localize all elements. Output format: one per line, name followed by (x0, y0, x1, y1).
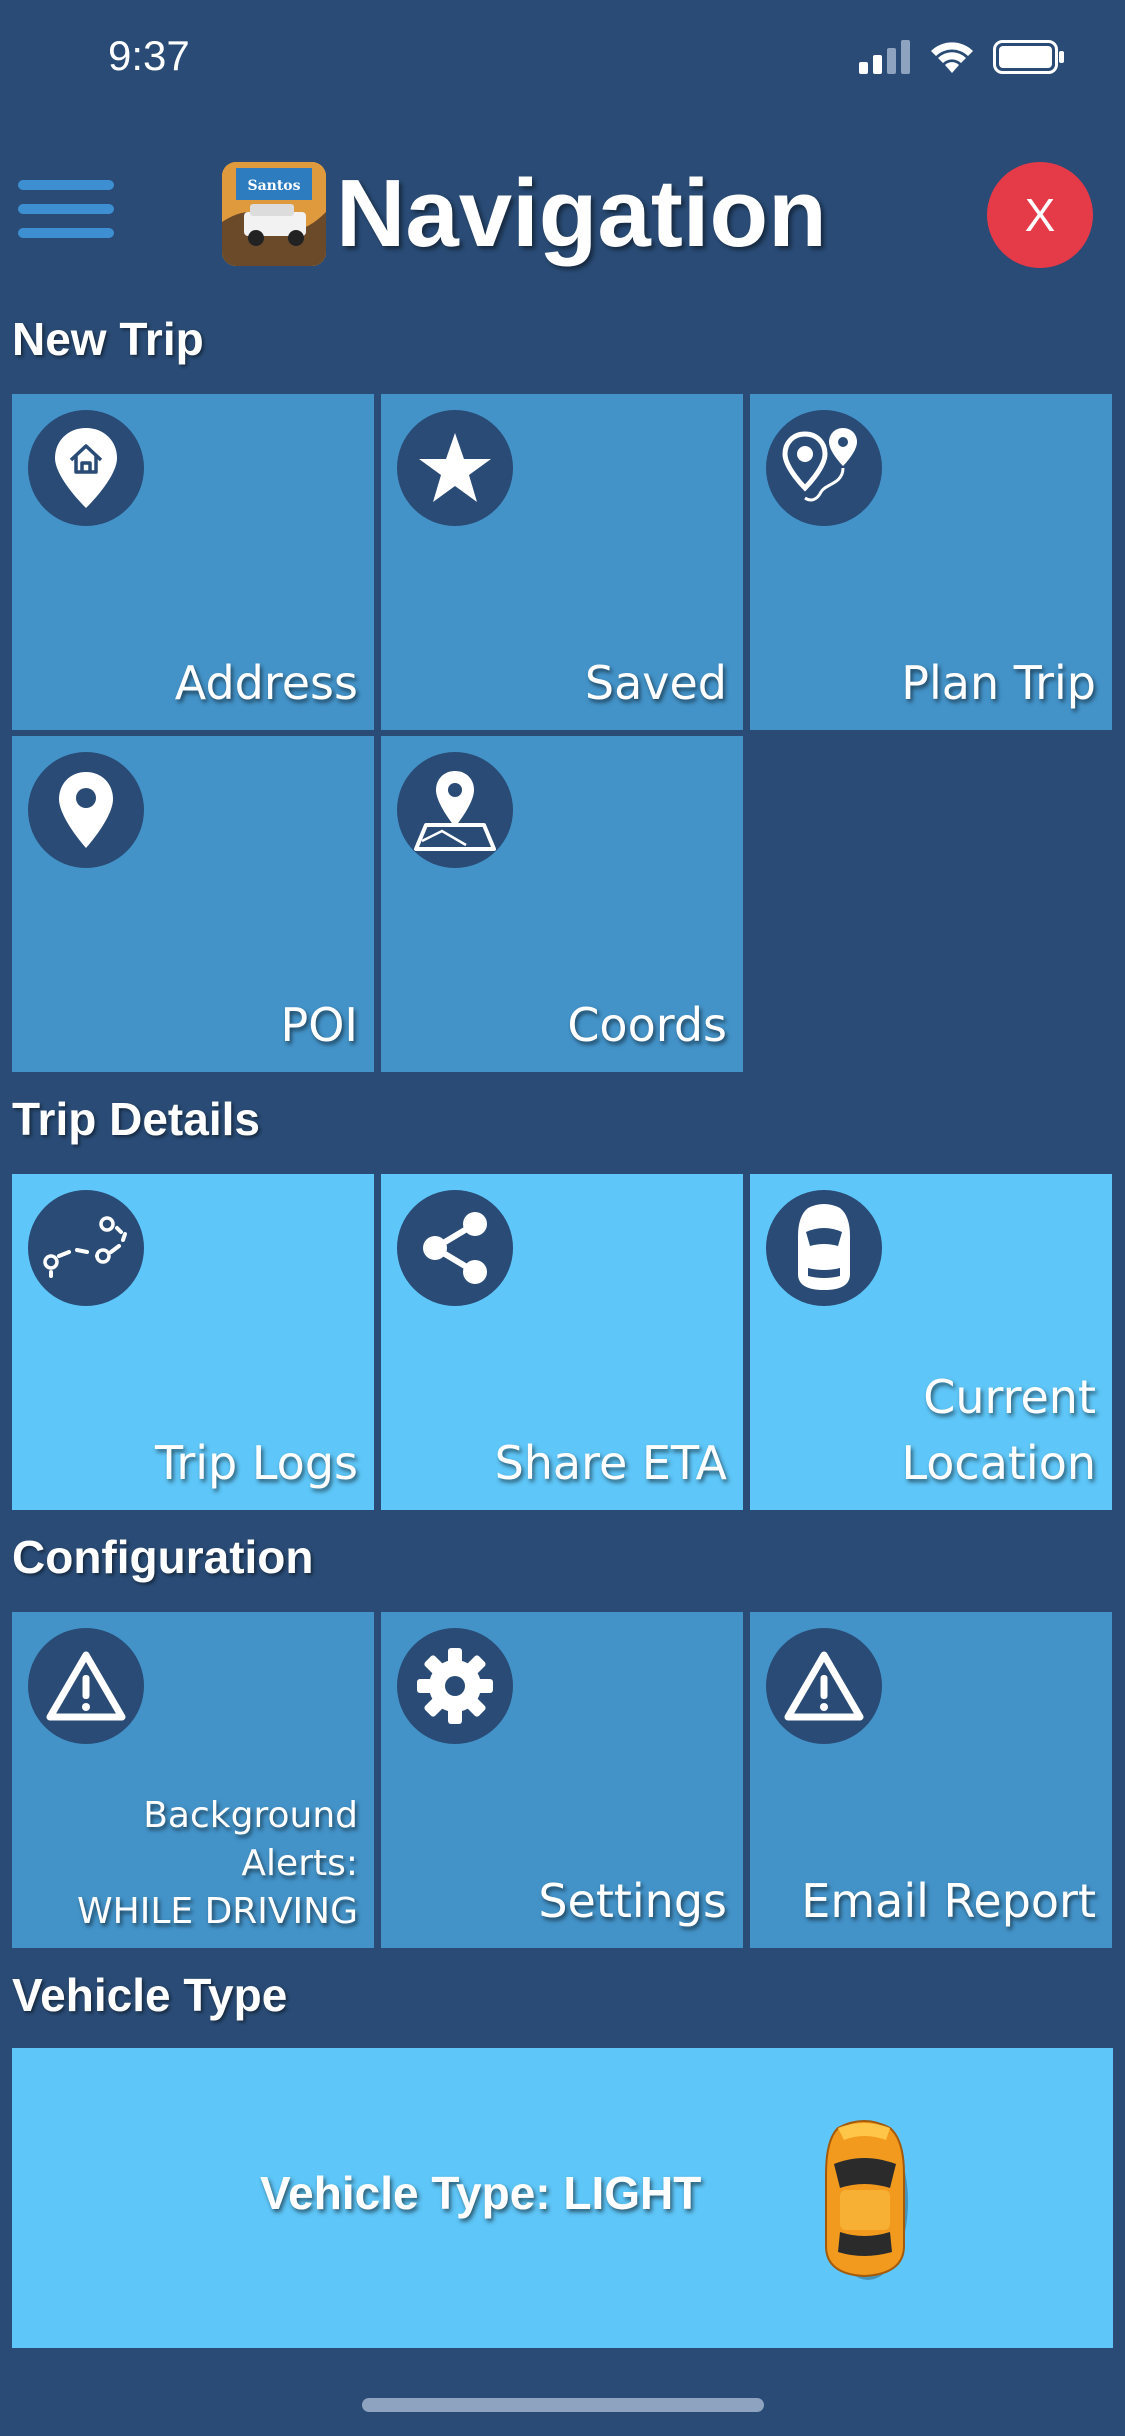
label-line: Alerts: (241, 1843, 358, 1884)
tile-label: Background Alerts: WHILE DRIVING (77, 1792, 358, 1936)
section-title-trip-details: Trip Details (12, 1093, 260, 1145)
dotted-route-icon (28, 1190, 144, 1306)
poi-tile[interactable]: POI (12, 736, 374, 1072)
address-tile[interactable]: Address (12, 394, 374, 730)
gear-icon (397, 1628, 513, 1744)
tile-label: Settings (538, 1874, 727, 1928)
tile-label: Saved (584, 656, 727, 710)
tile-label: Address (174, 656, 358, 710)
tile-label: Coords (567, 998, 727, 1052)
status-bar: 9:37 (0, 0, 1125, 120)
close-button[interactable]: X (987, 162, 1093, 268)
yellow-car-icon (820, 2114, 910, 2288)
location-pin-icon (28, 752, 144, 868)
star-icon (397, 410, 513, 526)
menu-line-icon (18, 204, 114, 214)
tile-label: Current Location (901, 1364, 1096, 1496)
battery-icon (993, 40, 1064, 74)
tile-label: Trip Logs (155, 1436, 358, 1490)
app-logo: Santos (222, 162, 326, 266)
share-eta-tile[interactable]: Share ETA (381, 1174, 743, 1510)
share-icon (397, 1190, 513, 1306)
background-alerts-tile[interactable]: Background Alerts: WHILE DRIVING (12, 1612, 374, 1948)
route-pins-icon (766, 410, 882, 526)
section-title-new-trip: New Trip (12, 313, 204, 365)
label-line: Background (143, 1795, 358, 1836)
status-icons (859, 40, 1065, 74)
warning-icon (28, 1628, 144, 1744)
section-title-configuration: Configuration (12, 1531, 314, 1583)
email-report-tile[interactable]: Email Report (750, 1612, 1112, 1948)
page-title: Navigation (336, 160, 827, 267)
section-title-vehicle-type: Vehicle Type (12, 1969, 288, 2021)
warning-icon (766, 1628, 882, 1744)
car-top-icon (766, 1190, 882, 1306)
menu-line-icon (18, 228, 114, 238)
home-pin-icon (28, 410, 144, 526)
tile-label: Email Report (801, 1874, 1096, 1928)
vehicle-type-button[interactable]: Vehicle Type: LIGHT (12, 2048, 1113, 2348)
map-pin-icon (397, 752, 513, 868)
home-indicator[interactable] (362, 2398, 764, 2412)
app-header: Santos Navigation X (0, 150, 1125, 280)
tile-label: Plan Trip (901, 656, 1096, 710)
signal-icon (859, 40, 910, 74)
label-line: Current (923, 1370, 1096, 1424)
status-time: 9:37 (108, 32, 190, 79)
label-line: Location (901, 1436, 1096, 1490)
menu-line-icon (18, 180, 114, 190)
vehicle-type-label: Vehicle Type: LIGHT (260, 2167, 702, 2219)
trip-logs-tile[interactable]: Trip Logs (12, 1174, 374, 1510)
coords-tile[interactable]: Coords (381, 736, 743, 1072)
plan-trip-tile[interactable]: Plan Trip (750, 394, 1112, 730)
tile-label: Share ETA (494, 1436, 727, 1490)
wifi-icon (931, 42, 973, 73)
settings-tile[interactable]: Settings (381, 1612, 743, 1948)
tile-label: POI (280, 998, 358, 1052)
current-location-tile[interactable]: Current Location (750, 1174, 1112, 1510)
svg-text:Santos: Santos (247, 178, 300, 194)
hamburger-menu-button[interactable] (18, 172, 114, 256)
label-line: WHILE DRIVING (77, 1891, 358, 1932)
saved-tile[interactable]: Saved (381, 394, 743, 730)
